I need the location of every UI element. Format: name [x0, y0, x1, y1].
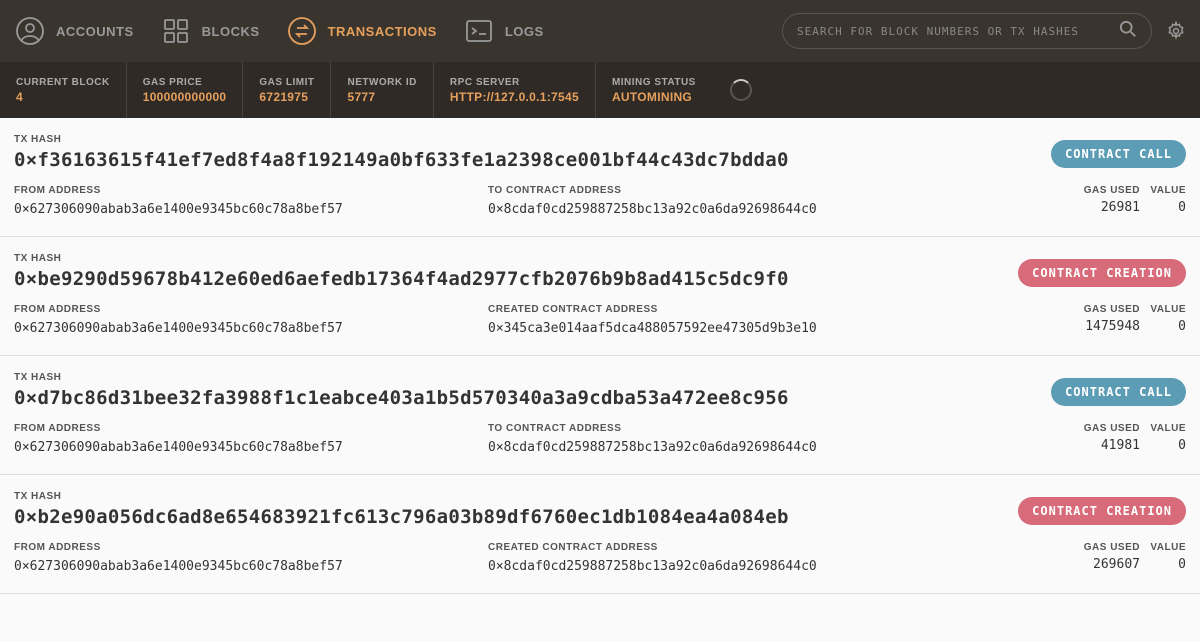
to-address-value: 0×345ca3e014aaf5dca488057592ee47305d9b3e…: [488, 321, 817, 336]
status-gas-price: GAS PRICE 100000000000: [127, 62, 244, 118]
settings-gear-icon[interactable]: [1166, 21, 1186, 41]
contract-call-badge: CONTRACT CALL: [1051, 140, 1186, 168]
to-address-label: CREATED CONTRACT ADDRESS: [488, 304, 1000, 315]
value-label: VALUE: [1140, 542, 1186, 553]
contract-call-badge: CONTRACT CALL: [1051, 378, 1186, 406]
search-box[interactable]: [782, 13, 1152, 49]
gas-used-value: 41981: [1000, 438, 1140, 453]
value-label: VALUE: [1140, 185, 1186, 196]
from-address-value: 0×627306090abab3a6e1400e9345bc60c78a8bef…: [14, 559, 343, 574]
value-value: 0: [1140, 319, 1186, 334]
mining-status-label: MINING STATUS: [612, 77, 696, 88]
status-rpc-server: RPC SERVER HTTP://127.0.0.1:7545: [434, 62, 596, 118]
transactions-arrows-icon: [286, 15, 318, 47]
from-address-label: FROM ADDRESS: [14, 542, 488, 553]
from-address-label: FROM ADDRESS: [14, 304, 488, 315]
to-address-value: 0×8cdaf0cd259887258bc13a92c0a6da92698644…: [488, 202, 817, 217]
current-block-value: 4: [16, 90, 110, 104]
transaction-list: TX HASH 0×f36163615f41ef7ed8f4a8f192149a0…: [0, 118, 1200, 594]
from-address-value: 0×627306090abab3a6e1400e9345bc60c78a8bef…: [14, 202, 343, 217]
status-bar: CURRENT BLOCK 4 GAS PRICE 100000000000 G…: [0, 62, 1200, 118]
transaction-card[interactable]: TX HASH 0×b2e90a056dc6ad8e654683921fc613c…: [0, 475, 1200, 594]
value-label: VALUE: [1140, 423, 1186, 434]
blocks-grid-icon: [160, 15, 192, 47]
nav-logs-label: LOGS: [505, 24, 544, 39]
to-address-value: 0×8cdaf0cd259887258bc13a92c0a6da92698644…: [488, 559, 817, 574]
user-circle-icon: [14, 15, 46, 47]
tx-hash-value: 0×b2e90a056dc6ad8e654683921fc613c796a03b…: [14, 506, 1018, 528]
contract-creation-badge: CONTRACT CREATION: [1018, 259, 1186, 287]
status-current-block: CURRENT BLOCK 4: [0, 62, 127, 118]
nav-transactions[interactable]: TRANSACTIONS: [286, 15, 437, 47]
nav-logs[interactable]: LOGS: [463, 15, 544, 47]
value-label: VALUE: [1140, 304, 1186, 315]
gas-used-value: 26981: [1000, 200, 1140, 215]
top-nav-bar: ACCOUNTS BLOCKS TRANSACTIONS: [0, 0, 1200, 62]
value-value: 0: [1140, 557, 1186, 572]
tx-hash-value: 0×be9290d59678b412e60ed6aefedb17364f4ad2…: [14, 268, 1018, 290]
tx-hash-label: TX HASH: [14, 491, 1018, 502]
nav-accounts[interactable]: ACCOUNTS: [14, 15, 134, 47]
tx-hash-label: TX HASH: [14, 134, 1051, 145]
transaction-card[interactable]: TX HASH 0×be9290d59678b412e60ed6aefedb173…: [0, 237, 1200, 356]
nav-transactions-label: TRANSACTIONS: [328, 24, 437, 39]
mining-status-value: AUTOMINING: [612, 90, 696, 104]
tx-hash-label: TX HASH: [14, 372, 1051, 383]
gas-used-value: 1475948: [1000, 319, 1140, 334]
transaction-card[interactable]: TX HASH 0×f36163615f41ef7ed8f4a8f192149a0…: [0, 118, 1200, 237]
value-value: 0: [1140, 200, 1186, 215]
contract-creation-badge: CONTRACT CREATION: [1018, 497, 1186, 525]
gas-used-label: GAS USED: [1000, 423, 1140, 434]
from-address-label: FROM ADDRESS: [14, 185, 488, 196]
status-mining: MINING STATUS AUTOMINING: [596, 62, 712, 118]
search-icon[interactable]: [1119, 20, 1137, 43]
value-value: 0: [1140, 438, 1186, 453]
tx-hash-label: TX HASH: [14, 253, 1018, 264]
gas-used-value: 269607: [1000, 557, 1140, 572]
transaction-card[interactable]: TX HASH 0×d7bc86d31bee32fa3988f1c1eabce40…: [0, 356, 1200, 475]
network-id-value: 5777: [347, 90, 416, 104]
tx-hash-value: 0×f36163615f41ef7ed8f4a8f192149a0bf633fe…: [14, 149, 1051, 171]
status-network-id: NETWORK ID 5777: [331, 62, 433, 118]
gas-price-value: 100000000000: [143, 90, 227, 104]
gas-limit-value: 6721975: [259, 90, 314, 104]
tx-hash-value: 0×d7bc86d31bee32fa3988f1c1eabce403a1b5d5…: [14, 387, 1051, 409]
nav-blocks-label: BLOCKS: [202, 24, 260, 39]
rpc-server-value: HTTP://127.0.0.1:7545: [450, 90, 579, 104]
gas-price-label: GAS PRICE: [143, 77, 227, 88]
from-address-value: 0×627306090abab3a6e1400e9345bc60c78a8bef…: [14, 321, 343, 336]
to-address-label: TO CONTRACT ADDRESS: [488, 185, 1000, 196]
status-gas-limit: GAS LIMIT 6721975: [243, 62, 331, 118]
mining-spinner-icon: [730, 79, 752, 101]
to-address-label: CREATED CONTRACT ADDRESS: [488, 542, 1000, 553]
rpc-server-label: RPC SERVER: [450, 77, 579, 88]
nav-accounts-label: ACCOUNTS: [56, 24, 134, 39]
from-address-label: FROM ADDRESS: [14, 423, 488, 434]
gas-used-label: GAS USED: [1000, 542, 1140, 553]
network-id-label: NETWORK ID: [347, 77, 416, 88]
gas-used-label: GAS USED: [1000, 304, 1140, 315]
gas-limit-label: GAS LIMIT: [259, 77, 314, 88]
to-address-label: TO CONTRACT ADDRESS: [488, 423, 1000, 434]
to-address-value: 0×8cdaf0cd259887258bc13a92c0a6da92698644…: [488, 440, 817, 455]
logs-terminal-icon: [463, 15, 495, 47]
from-address-value: 0×627306090abab3a6e1400e9345bc60c78a8bef…: [14, 440, 343, 455]
current-block-label: CURRENT BLOCK: [16, 77, 110, 88]
gas-used-label: GAS USED: [1000, 185, 1140, 196]
search-input[interactable]: [797, 25, 1119, 38]
nav-blocks[interactable]: BLOCKS: [160, 15, 260, 47]
